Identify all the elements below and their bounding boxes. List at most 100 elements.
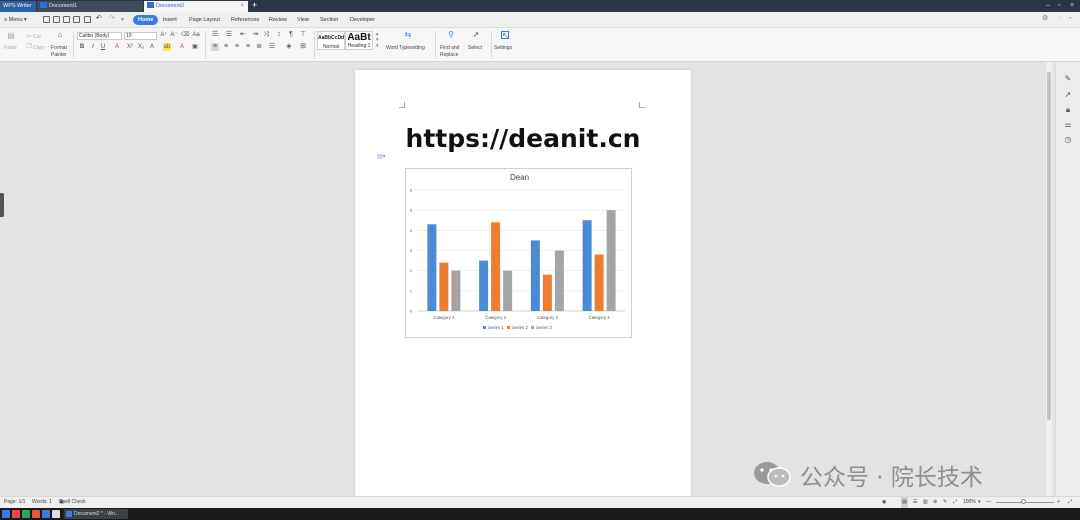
minimize-icon[interactable]: – bbox=[1046, 0, 1050, 12]
wps-spreadsheet-icon[interactable] bbox=[22, 510, 30, 518]
zoom-out-icon[interactable]: — bbox=[986, 497, 991, 508]
paste-icon[interactable]: ▤ bbox=[7, 32, 15, 40]
find-replace-label-1[interactable]: Find and bbox=[440, 45, 459, 51]
tab-references[interactable]: References bbox=[231, 15, 259, 25]
redo-icon[interactable]: ↷ bbox=[109, 14, 115, 24]
grow-font-icon[interactable]: A⁺ bbox=[160, 31, 168, 39]
restore-icon[interactable]: ▫ bbox=[1058, 0, 1060, 12]
shading-icon[interactable]: ◈ bbox=[285, 43, 293, 51]
decrease-indent-icon[interactable]: ⇤ bbox=[239, 31, 247, 39]
page-count[interactable]: Page: 1/1 bbox=[4, 497, 25, 508]
wps-presentation-icon[interactable] bbox=[12, 510, 20, 518]
tab-stops-icon[interactable]: ⊤ bbox=[299, 31, 307, 39]
styles-more-icon[interactable]: ▾ bbox=[376, 43, 379, 49]
format-painter-label-1[interactable]: Format bbox=[51, 45, 67, 51]
tab-view[interactable]: View bbox=[297, 15, 309, 25]
web-view-icon[interactable]: ⊕ bbox=[933, 497, 937, 508]
close-tab-icon[interactable]: × bbox=[240, 1, 244, 12]
word-typesetting-button[interactable]: Word Typesetting bbox=[386, 45, 425, 51]
layout-options-icon[interactable]: ▤▾ bbox=[377, 153, 386, 160]
document-page[interactable]: https://deanit.cn ▤▾ Dean 0 1 2 3 4 5 6 Category… bbox=[355, 70, 691, 496]
vertical-scrollbar[interactable] bbox=[1046, 62, 1052, 496]
word-count[interactable]: Words: 1 bbox=[32, 497, 52, 508]
bold-icon[interactable]: B bbox=[78, 43, 86, 51]
settings-icon[interactable]: ↖ bbox=[501, 31, 509, 40]
undo-icon[interactable]: ↶ bbox=[96, 14, 102, 24]
align-left-icon[interactable]: ≡ bbox=[211, 43, 219, 51]
clear-format-icon[interactable]: ⌫ bbox=[181, 31, 189, 39]
search-icon[interactable]: ⚲ bbox=[447, 31, 455, 39]
settings-button[interactable]: Settings bbox=[494, 45, 512, 51]
file-manager-icon[interactable] bbox=[52, 510, 60, 518]
url-heading[interactable]: https://deanit.cn bbox=[355, 124, 691, 153]
close-window-icon[interactable]: × bbox=[1070, 0, 1074, 12]
read-view-icon[interactable]: ▥ bbox=[923, 497, 928, 508]
highlight-icon[interactable]: ab bbox=[163, 43, 171, 51]
tab-review[interactable]: Review bbox=[269, 15, 287, 25]
numbering-icon[interactable]: ☰ bbox=[225, 31, 233, 39]
font-color-icon[interactable]: A bbox=[178, 43, 186, 51]
strikethrough-icon[interactable]: A bbox=[113, 43, 121, 51]
wps-pdf-icon[interactable] bbox=[32, 510, 40, 518]
text-direction-icon[interactable]: ⤨ bbox=[262, 31, 270, 39]
scrollbar-thumb[interactable] bbox=[1047, 72, 1051, 420]
find-replace-label-2[interactable]: Replace bbox=[440, 52, 458, 58]
select-button[interactable]: Select bbox=[468, 45, 482, 51]
fullscreen-icon[interactable]: ⤢ bbox=[1068, 497, 1072, 508]
font-name-field[interactable]: Calibri (Body) bbox=[77, 32, 122, 40]
style-normal[interactable]: AaBbCcDd Normal bbox=[317, 31, 345, 50]
outline-view-icon[interactable]: ☰ bbox=[913, 497, 917, 508]
align-center-icon[interactable]: ≡ bbox=[222, 43, 230, 51]
tab-home[interactable]: Home bbox=[133, 15, 159, 25]
print-preview-icon[interactable] bbox=[73, 16, 80, 23]
tab-developer[interactable]: Developer bbox=[350, 15, 375, 25]
copy-button[interactable]: Copy bbox=[33, 45, 45, 51]
word-typesetting-icon[interactable]: ⇆ bbox=[404, 31, 412, 39]
save-icon[interactable] bbox=[53, 16, 60, 23]
zoom-level[interactable]: 100% bbox=[963, 497, 976, 508]
gear-icon[interactable]: ⚙ bbox=[1042, 14, 1048, 24]
paste-button[interactable]: Paste bbox=[4, 45, 17, 51]
page-view-icon[interactable]: ▤ bbox=[901, 497, 908, 508]
lock-icon[interactable]: 🔒︎ bbox=[1063, 105, 1073, 115]
zoom-in-icon[interactable]: + bbox=[1057, 497, 1060, 508]
shrink-font-icon[interactable]: A⁻ bbox=[170, 31, 178, 39]
change-case-icon[interactable]: Aa bbox=[192, 31, 200, 39]
history-icon[interactable]: ◷ bbox=[1063, 135, 1073, 145]
side-panel-handle[interactable] bbox=[0, 193, 4, 217]
align-right-icon[interactable]: ≡ bbox=[233, 43, 241, 51]
export-pdf-icon[interactable] bbox=[84, 16, 91, 23]
italic-icon[interactable]: I bbox=[89, 43, 97, 51]
tab-insert[interactable]: Insert bbox=[163, 15, 177, 25]
style-heading1[interactable]: AaBt Heading 1 bbox=[345, 31, 373, 50]
open-icon[interactable] bbox=[43, 16, 50, 23]
chart[interactable]: Dean 0 1 2 3 4 5 6 Category 1 Category 2 Category … bbox=[405, 168, 632, 338]
char-border-icon[interactable]: ▣ bbox=[191, 43, 199, 51]
more-icon[interactable]: ⋮ bbox=[1057, 15, 1063, 25]
justify-icon[interactable]: ≡ bbox=[244, 43, 252, 51]
superscript-icon[interactable]: X² bbox=[126, 43, 134, 51]
bullets-icon[interactable]: ☰ bbox=[211, 31, 219, 39]
select-pointer-icon[interactable]: ➚ bbox=[1063, 90, 1073, 100]
cut-button[interactable]: Cut bbox=[33, 34, 41, 40]
tab-section[interactable]: Section bbox=[320, 15, 338, 25]
format-painter-label-2[interactable]: Painter bbox=[51, 52, 67, 58]
zoom-slider-thumb[interactable] bbox=[1021, 499, 1026, 504]
print-icon[interactable] bbox=[63, 16, 70, 23]
customize-icon[interactable]: ▾ bbox=[121, 15, 124, 25]
fit-page-icon[interactable]: ⤢ bbox=[953, 497, 957, 508]
sort-icon[interactable]: ↕ bbox=[275, 31, 283, 39]
tab-document2[interactable]: Document2 × bbox=[144, 1, 248, 12]
borders-icon[interactable]: ⊞ bbox=[299, 43, 307, 51]
increase-indent-icon[interactable]: ⇥ bbox=[251, 31, 259, 39]
edit-pen-icon[interactable]: ✎ bbox=[1063, 74, 1073, 84]
format-painter-icon[interactable]: ⌂ bbox=[56, 31, 64, 39]
adjust-sliders-icon[interactable]: ⚌ bbox=[1063, 120, 1073, 130]
cursor-select-icon[interactable]: ➚ bbox=[472, 31, 480, 39]
font-size-field[interactable]: 10 bbox=[124, 32, 157, 40]
cut-icon[interactable]: ✂ bbox=[25, 33, 33, 41]
show-marks-icon[interactable]: ¶ bbox=[287, 31, 295, 39]
line-spacing-icon[interactable]: ☰ bbox=[268, 43, 276, 51]
tab-page-layout[interactable]: Page Layout bbox=[189, 15, 220, 25]
distribute-icon[interactable]: ≣ bbox=[255, 43, 263, 51]
